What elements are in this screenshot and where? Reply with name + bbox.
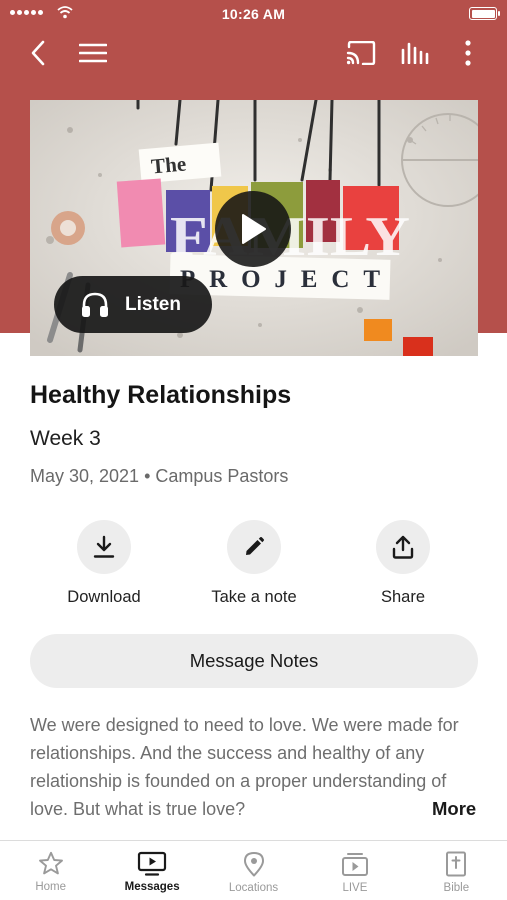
headphones-icon <box>82 292 108 317</box>
share-label: Share <box>380 588 426 606</box>
vertical-dots-icon <box>465 40 471 66</box>
status-time: 10:26 AM <box>221 6 286 22</box>
tab-home[interactable]: Home <box>0 841 101 900</box>
more-link[interactable]: More <box>416 795 477 823</box>
cast-icon <box>346 41 376 65</box>
take-note-label: Take a note <box>211 588 297 606</box>
share-icon <box>376 520 430 574</box>
play-screen-icon <box>138 851 167 876</box>
message-meta: May 30, 2021 • Campus Pastors <box>30 466 289 486</box>
menu-button[interactable] <box>74 34 112 72</box>
listen-label: Listen <box>125 293 181 315</box>
chevron-left-icon <box>31 40 45 66</box>
pencil-icon <box>227 520 281 574</box>
share-button[interactable]: Share <box>328 520 478 607</box>
tab-locations[interactable]: Locations <box>203 841 304 900</box>
bottom-tab-bar: Home Messages Locations LIVE Bible <box>0 840 507 900</box>
tab-live[interactable]: LIVE <box>304 841 405 900</box>
bible-icon <box>446 851 467 877</box>
tab-home-label: Home <box>35 881 67 893</box>
star-icon <box>38 851 63 875</box>
message-subtitle: Week 3 <box>30 427 101 450</box>
message-thumbnail[interactable]: The FAMILY PROJECT Listen <box>30 100 478 356</box>
listen-button[interactable]: Listen <box>54 276 212 333</box>
message-notes-button[interactable]: Message Notes <box>30 634 478 688</box>
equalizer-bars-icon <box>401 42 429 64</box>
download-icon <box>77 520 131 574</box>
message-title: Healthy Relationships <box>30 381 292 409</box>
tab-locations-label: Locations <box>228 882 279 894</box>
tab-messages[interactable]: Messages <box>101 841 202 900</box>
play-icon <box>242 214 266 244</box>
tab-live-label: LIVE <box>342 882 368 894</box>
more-options-button[interactable] <box>449 34 487 72</box>
tab-bible-label: Bible <box>443 882 470 894</box>
back-button[interactable] <box>19 34 57 72</box>
tab-bible[interactable]: Bible <box>406 841 507 900</box>
cast-button[interactable] <box>342 34 380 72</box>
hamburger-icon <box>79 43 107 63</box>
tab-messages-label: Messages <box>124 881 180 893</box>
artwork-the-text: The <box>150 152 187 179</box>
take-note-button[interactable]: Take a note <box>179 520 329 607</box>
message-description: We were designed to need to love. We wer… <box>30 715 459 819</box>
download-label: Download <box>67 588 141 606</box>
download-button[interactable]: Download <box>29 520 179 607</box>
play-button[interactable] <box>215 191 291 267</box>
live-tv-icon <box>341 853 368 876</box>
status-bar: 10:26 AM <box>0 0 507 28</box>
top-nav <box>0 30 507 76</box>
location-pin-icon <box>243 852 264 877</box>
audio-bars-button[interactable] <box>396 34 434 72</box>
battery-icon <box>469 7 500 20</box>
